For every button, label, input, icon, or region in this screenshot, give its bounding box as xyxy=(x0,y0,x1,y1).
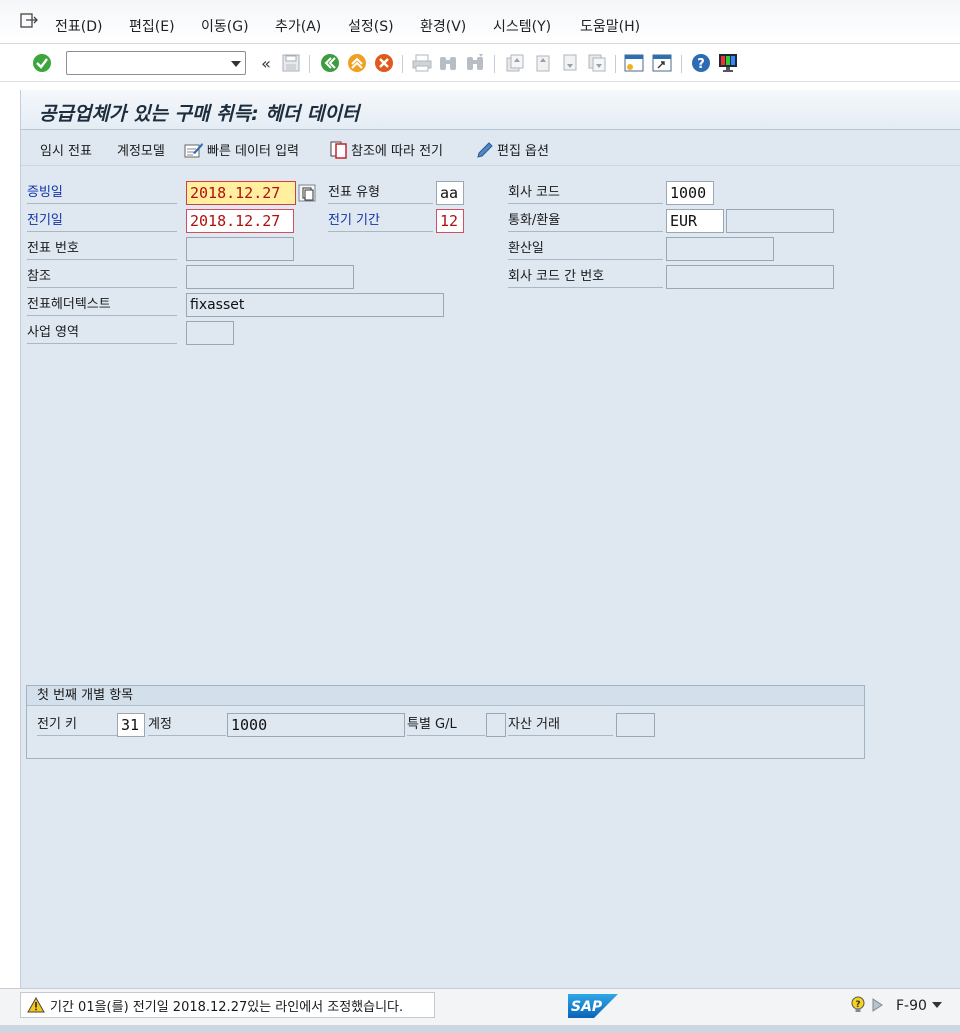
page-title: 공급업체가 있는 구매 취득: 헤더 데이터 xyxy=(39,103,360,125)
menu-help[interactable]: 도움말(H) xyxy=(580,16,640,36)
exit-icon[interactable] xyxy=(346,52,368,74)
sap-logo: SAP xyxy=(568,994,618,1018)
document-date-label: 증빙일 xyxy=(27,182,177,204)
save-icon[interactable] xyxy=(280,52,302,74)
back-history-icon[interactable]: « xyxy=(255,52,277,74)
account-field[interactable]: 1000 xyxy=(227,713,405,737)
sap-logo-text: SAP xyxy=(571,999,603,1015)
reference-field[interactable] xyxy=(186,265,354,289)
menu-document[interactable]: 전표(D) xyxy=(55,16,102,36)
triangle-right-icon[interactable] xyxy=(871,998,883,1012)
account-label: 계정 xyxy=(148,714,226,736)
post-with-reference-button[interactable]: 참조에 따라 전기 xyxy=(330,140,443,159)
document-date-field[interactable]: 2018.12.27 xyxy=(186,181,296,205)
period-label: 전기 기간 xyxy=(328,210,433,232)
status-message-text: 기간 01을(를) 전기일 2018.12.27있는 라인에서 조정했습니다. xyxy=(50,999,404,1015)
menu-extras[interactable]: 추가(A) xyxy=(275,16,321,36)
company-code-field[interactable]: 1000 xyxy=(666,181,714,205)
command-field-input[interactable] xyxy=(67,52,217,74)
first-line-item-group: 첫 번째 개별 항목 전기 키 31 계정 1000 특별 G/L 자산 거래 xyxy=(26,685,865,759)
document-number-label: 전표 번호 xyxy=(27,238,177,260)
asset-transaction-label: 자산 거래 xyxy=(508,714,613,736)
document-type-label: 전표 유형 xyxy=(328,182,433,204)
posting-key-label: 전기 키 xyxy=(37,714,117,736)
currency-field[interactable]: EUR xyxy=(666,209,724,233)
calendar-icon[interactable] xyxy=(298,184,316,202)
title-bar: 공급업체가 있는 구매 취득: 헤더 데이터 xyxy=(21,90,960,130)
help-icon[interactable]: ? xyxy=(690,52,712,74)
menu-goto[interactable]: 이동(G) xyxy=(201,16,249,36)
menu-system[interactable]: 시스템(Y) xyxy=(493,16,551,36)
fast-entry-button[interactable]: 빠른 데이터 입력 xyxy=(184,140,299,159)
park-button[interactable]: 임시 전표 xyxy=(40,140,92,159)
translation-date-label: 환산일 xyxy=(508,238,663,260)
cross-cc-number-label: 회사 코드 간 번호 xyxy=(508,266,663,288)
print-icon[interactable] xyxy=(411,52,433,74)
chevron-down-icon[interactable] xyxy=(231,61,241,67)
taskbar-strip xyxy=(0,1025,960,1033)
transaction-code: F-90 xyxy=(896,998,927,1014)
menu-exit-icon[interactable] xyxy=(20,13,38,29)
asset-transaction-field[interactable] xyxy=(616,713,655,737)
document-type-field[interactable]: aa xyxy=(436,181,464,205)
menu-environment[interactable]: 환경(V) xyxy=(420,16,466,36)
application-toolbar: 임시 전표 계정모델 빠른 데이터 입력 참조에 따라 전기 편집 옵션 xyxy=(21,130,960,166)
chevron-down-icon[interactable] xyxy=(931,1001,943,1009)
fast-entry-label: 빠른 데이터 입력 xyxy=(207,144,299,159)
previous-page-icon[interactable] xyxy=(532,52,554,74)
first-page-icon[interactable] xyxy=(504,52,526,74)
warning-icon xyxy=(27,997,45,1013)
find-next-icon[interactable] xyxy=(464,52,486,74)
reference-label: 참조 xyxy=(27,266,177,288)
next-page-icon[interactable] xyxy=(559,52,581,74)
help-bulb-icon[interactable]: ? xyxy=(850,996,866,1014)
period-field[interactable]: 12 xyxy=(436,209,464,233)
shortcut-icon[interactable] xyxy=(651,52,673,74)
pencil-icon xyxy=(476,141,494,159)
fast-entry-icon xyxy=(184,141,204,159)
header-text-field[interactable]: fixasset xyxy=(186,293,444,317)
posting-date-label: 전기일 xyxy=(27,210,177,232)
menu-settings[interactable]: 설정(S) xyxy=(348,16,394,36)
svg-text:?: ? xyxy=(855,1000,860,1010)
status-message[interactable]: 기간 01을(를) 전기일 2018.12.27있는 라인에서 조정했습니다. xyxy=(20,992,435,1018)
exchange-rate-field[interactable] xyxy=(726,209,834,233)
posting-key-field[interactable]: 31 xyxy=(117,713,145,737)
menu-edit[interactable]: 편집(E) xyxy=(129,16,175,36)
company-code-label: 회사 코드 xyxy=(508,182,663,204)
translation-date-field[interactable] xyxy=(666,237,774,261)
cancel-icon[interactable] xyxy=(373,52,395,74)
create-session-icon[interactable] xyxy=(623,52,645,74)
account-model-button[interactable]: 계정모델 xyxy=(117,140,165,159)
back-icon[interactable] xyxy=(319,52,341,74)
business-area-label: 사업 영역 xyxy=(27,322,177,344)
group-title: 첫 번째 개별 항목 xyxy=(27,686,864,706)
cross-cc-number-field[interactable] xyxy=(666,265,834,289)
menu-bar: 전표(D) 편집(E) 이동(G) 추가(A) 설정(S) 환경(V) 시스템(… xyxy=(0,0,960,44)
special-gl-label: 특별 G/L xyxy=(407,714,485,736)
svg-text:?: ? xyxy=(697,57,705,72)
find-icon[interactable] xyxy=(437,52,459,74)
command-field[interactable] xyxy=(66,51,246,75)
business-area-field[interactable] xyxy=(186,321,234,345)
post-with-reference-label: 참조에 따라 전기 xyxy=(351,144,443,159)
editing-options-label: 편집 옵션 xyxy=(497,144,549,159)
main-screen: 공급업체가 있는 구매 취득: 헤더 데이터 임시 전표 계정모델 빠른 데이터… xyxy=(20,90,960,988)
editing-options-button[interactable]: 편집 옵션 xyxy=(476,140,549,159)
last-page-icon[interactable] xyxy=(586,52,608,74)
currency-label: 통화/환율 xyxy=(508,210,663,232)
reference-document-icon xyxy=(330,141,348,159)
special-gl-field[interactable] xyxy=(486,713,506,737)
header-text-label: 전표헤더텍스트 xyxy=(27,294,177,316)
posting-date-field[interactable]: 2018.12.27 xyxy=(186,209,294,233)
document-number-field[interactable] xyxy=(186,237,294,261)
enter-icon[interactable] xyxy=(31,52,53,74)
customize-layout-icon[interactable] xyxy=(717,52,739,74)
